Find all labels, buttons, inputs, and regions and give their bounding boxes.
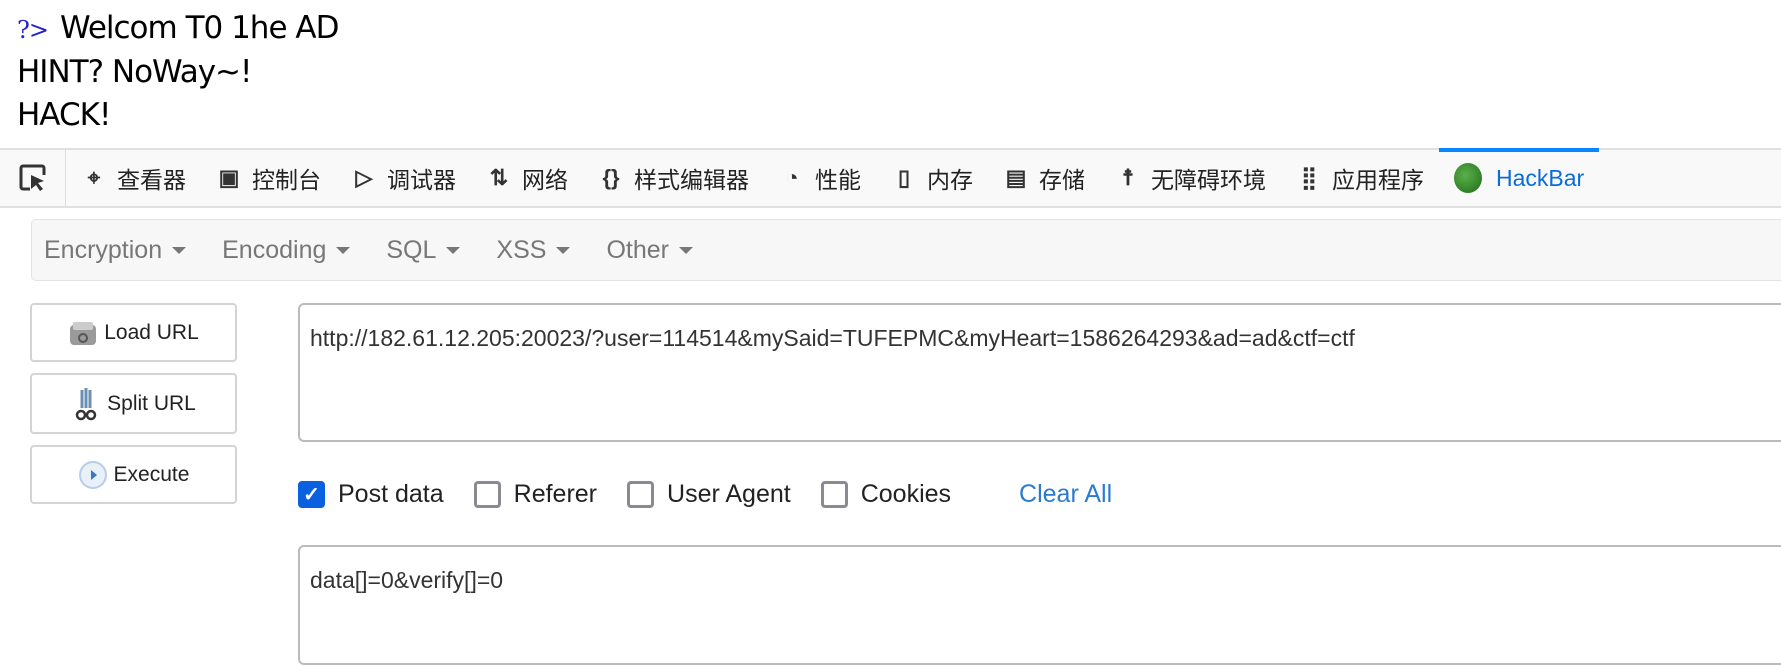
accessibility-icon: ☨ — [1122, 165, 1134, 190]
devtools-tab-console[interactable]: ▣ 控制台 — [201, 150, 336, 206]
devtools-tab-memory[interactable]: ▯ 内存 — [876, 150, 988, 206]
menu-other[interactable]: Other — [606, 236, 693, 265]
devtools-tab-network[interactable]: ⇅ 网络 — [471, 150, 583, 206]
referer-checkbox[interactable]: Referer — [473, 480, 598, 509]
storage-icon: ▤ — [1005, 165, 1027, 190]
menu-sql[interactable]: SQL — [386, 235, 461, 265]
option-label: Post data — [338, 480, 444, 508]
inspector-icon: ⌖ — [87, 165, 101, 190]
scissors-icon — [71, 387, 101, 420]
checkbox-icon — [473, 481, 501, 508]
devtools-toolbar: ⌖ 查看器 ▣ 控制台 ▷ 调试器 ⇅ 网络 {} 样式编辑器 ◔ 性能 ▯ 内存 ▤ 存储 ☨ 无障碍环境 ⣿ 应用… — [0, 148, 1781, 208]
tab-label: 内存 — [927, 167, 973, 193]
clear-all-link[interactable]: Clear All — [1019, 480, 1112, 509]
menu-encoding[interactable]: Encoding — [222, 235, 351, 265]
performance-icon: ◔ — [785, 165, 799, 190]
tab-label: 样式编辑器 — [634, 167, 749, 193]
button-label: Split URL — [107, 391, 196, 415]
network-icon: ⇅ — [489, 165, 509, 190]
tab-label: 性能 — [815, 167, 861, 193]
element-picker-button[interactable] — [0, 150, 66, 206]
button-label: Load URL — [104, 320, 199, 344]
tab-label: 控制台 — [252, 167, 321, 193]
option-label: User Agent — [667, 480, 791, 508]
devtools-tab-debugger[interactable]: ▷ 调试器 — [336, 150, 471, 206]
button-label: Execute — [113, 462, 190, 486]
devtools-tab-accessibility[interactable]: ☨ 无障碍环境 — [1100, 150, 1281, 206]
caret-down-icon — [446, 246, 461, 254]
hack-line: HACK! — [17, 97, 111, 133]
menu-label: XSS — [496, 235, 547, 264]
menu-label: Other — [606, 235, 669, 264]
caret-down-icon — [678, 246, 693, 254]
cookies-checkbox[interactable]: Cookies — [820, 480, 952, 509]
memory-icon: ▯ — [897, 165, 911, 190]
menu-label: Encryption — [44, 235, 163, 264]
devtools-tab-hackbar[interactable]: HackBar — [1439, 148, 1600, 206]
caret-down-icon — [336, 246, 351, 254]
tab-label: 存储 — [1039, 167, 1085, 193]
menu-xss[interactable]: XSS — [496, 235, 571, 265]
menu-label: SQL — [386, 235, 437, 264]
php-tag: ?> — [17, 16, 49, 44]
debugger-icon: ▷ — [355, 165, 373, 190]
checkbox-icon — [627, 481, 655, 508]
load-url-button[interactable]: Load URL — [30, 303, 237, 362]
welcome-line: ?> Welcom T0 1he AD — [17, 10, 339, 48]
post-data-checkbox[interactable]: ✓ Post data — [298, 480, 444, 509]
devtools-tab-inspector[interactable]: ⌖ 查看器 — [66, 150, 201, 206]
option-label: Referer — [513, 480, 598, 508]
option-label: Cookies — [860, 480, 952, 508]
tab-label: 查看器 — [117, 167, 186, 193]
menu-label: Encoding — [222, 235, 327, 264]
user-agent-checkbox[interactable]: User Agent — [627, 480, 791, 509]
devtools-tab-storage[interactable]: ▤ 存储 — [988, 150, 1100, 206]
menu-encryption[interactable]: Encryption — [44, 235, 187, 265]
element-picker-icon — [19, 164, 45, 191]
checkbox-icon — [820, 481, 848, 508]
caret-down-icon — [556, 246, 571, 254]
tab-label: 调试器 — [387, 167, 456, 193]
tab-label: 无障碍环境 — [1151, 167, 1266, 193]
console-icon: ▣ — [218, 165, 240, 190]
hint-line: HINT? NoWay~! — [17, 54, 252, 90]
url-textarea[interactable]: http://182.61.12.205:20023/?user=114514&… — [298, 303, 1781, 442]
tab-label: 应用程序 — [1332, 167, 1424, 193]
devtools-tab-application[interactable]: ⣿ 应用程序 — [1281, 150, 1439, 206]
hackbar-icon — [1454, 163, 1482, 193]
post-data-textarea[interactable]: data[]=0&verify[]=0 — [298, 545, 1781, 665]
play-icon — [78, 460, 108, 489]
devtools-tab-performance[interactable]: ◔ 性能 — [764, 150, 876, 206]
hackbar-menubar: Encryption Encoding SQL XSS Other — [31, 219, 1781, 281]
style-editor-icon: {} — [602, 165, 620, 190]
devtools-tab-style-editor[interactable]: {} 样式编辑器 — [583, 150, 764, 206]
checkbox-checked-icon: ✓ — [298, 481, 325, 508]
welcome-text: Welcom T0 1he AD — [59, 10, 339, 46]
options-row: ✓ Post data Referer User Agent Cookies Cl… — [298, 480, 1112, 509]
tab-label: 网络 — [522, 167, 568, 193]
load-url-icon — [68, 319, 98, 347]
tab-label: HackBar — [1496, 164, 1585, 191]
caret-down-icon — [172, 246, 187, 254]
execute-button[interactable]: Execute — [30, 445, 237, 504]
split-url-button[interactable]: Split URL — [30, 373, 237, 434]
application-icon: ⣿ — [1300, 165, 1318, 190]
